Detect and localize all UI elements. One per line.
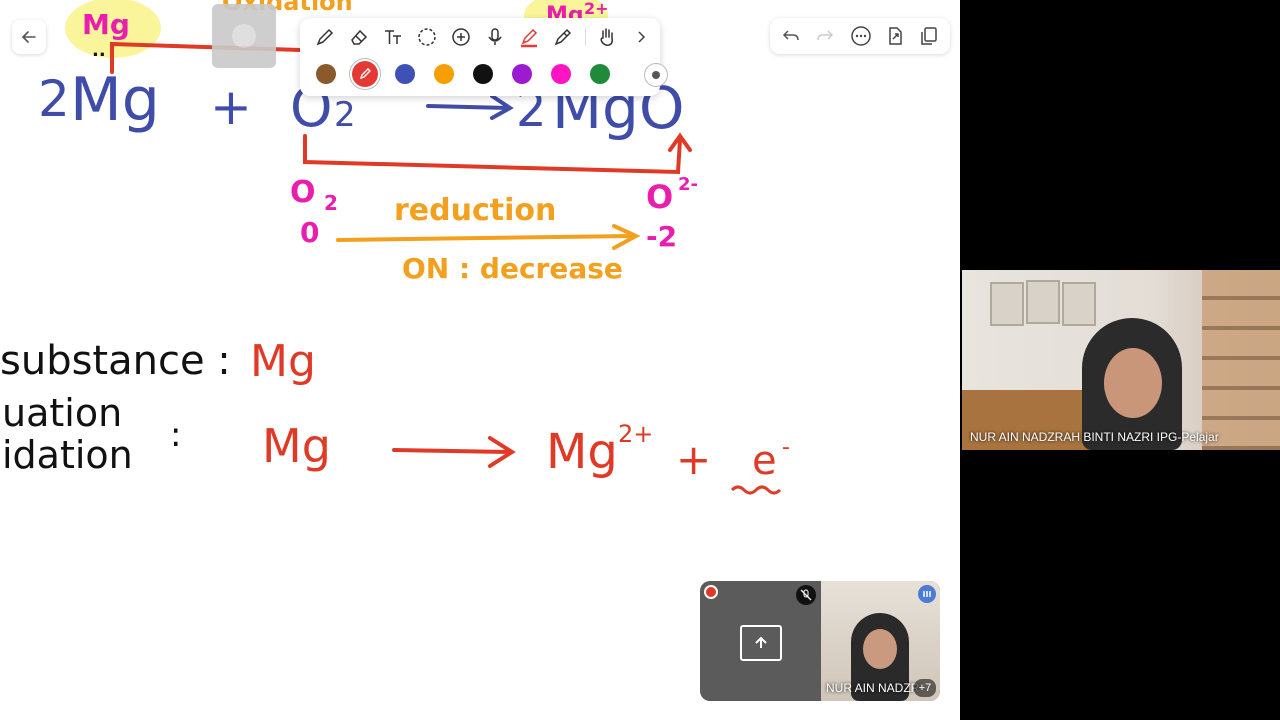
hand-icon [600, 28, 613, 46]
participant-count-badge[interactable]: +7 [914, 679, 936, 697]
color-swatch-blue[interactable] [395, 64, 415, 84]
mic-tool[interactable] [482, 24, 508, 50]
reduction-arrow [336, 224, 641, 250]
wall-frame-2 [1026, 280, 1060, 324]
coef-left: 2 [38, 70, 70, 128]
reactant-o-sub: 2 [334, 95, 356, 135]
muted-mic-icon [796, 585, 816, 605]
color-swatch-purple[interactable] [512, 64, 532, 84]
color-swatch-pink[interactable] [551, 64, 571, 84]
color-swatch-green[interactable] [590, 64, 610, 84]
equation-label-colon: : [170, 415, 181, 455]
share-screen-button[interactable] [740, 625, 782, 661]
hand-tool[interactable] [594, 24, 620, 50]
wall-frame-1 [990, 282, 1024, 326]
eraser-preview [212, 4, 276, 68]
reaction-arrow [426, 94, 514, 120]
toolbar-divider [585, 28, 586, 46]
highlighter-tool[interactable] [516, 24, 542, 50]
whiteboard-canvas[interactable]: Mg .. Oxidation Mg 2+ 2 Mg + O 2 2 MgO O… [0, 0, 960, 720]
pages-button[interactable] [916, 23, 942, 49]
main-participant-name: NUR AIN NADZRAH BINTI NAZRI IPG-Pelajar [970, 430, 1219, 444]
document-toolbar [770, 18, 950, 54]
above-left-dots: .. [92, 40, 106, 61]
redo-icon [817, 30, 834, 41]
more-icon [851, 26, 871, 46]
reduction-species-left: O [290, 175, 316, 210]
color-swatch-orange[interactable] [434, 64, 454, 84]
half-eq-left: Mg [262, 419, 331, 473]
half-eq-right: Mg [546, 424, 618, 480]
self-participant-name: NUR AIN NADZR [826, 681, 920, 695]
reduction-species-left-sub: 2 [324, 191, 338, 215]
add-tool[interactable] [448, 24, 474, 50]
reduction-species-right-sup: 2- [678, 174, 698, 195]
back-button[interactable] [12, 20, 46, 54]
color-swatch-black[interactable] [473, 64, 493, 84]
stroke-size-button[interactable] [644, 63, 668, 87]
participant-video-tile[interactable]: NUR AIN NADZRAH BINTI NAZRI IPG-Pelajar [962, 270, 1280, 450]
pencil-icon [359, 68, 371, 80]
half-eq-electron-sup: - [782, 435, 790, 460]
eraser-tool[interactable] [346, 24, 372, 50]
expand-toolbar-button[interactable] [628, 24, 654, 50]
drawing-toolbar [300, 18, 668, 96]
audio-level-icon [918, 585, 936, 603]
above-right-sup: 2+ [584, 0, 609, 18]
more-button[interactable] [848, 23, 874, 49]
self-view-panel: NUR AIN NADZR +7 [700, 581, 940, 701]
reduction-label: reduction [394, 193, 556, 228]
equation-label-line2: idation [2, 433, 133, 477]
record-indicator [704, 585, 718, 599]
chevron-right-icon [638, 31, 646, 43]
reduction-species-right: O [646, 178, 673, 216]
reduction-on-right: -2 [646, 220, 677, 253]
half-eq-right-sup: 2+ [618, 420, 653, 448]
redo-button[interactable] [812, 23, 838, 49]
pages-icon [921, 27, 937, 45]
share-screen-icon [755, 636, 767, 648]
above-left-mg: Mg [82, 8, 130, 41]
plus-sign-top: + [210, 78, 252, 136]
lasso-tool[interactable] [414, 24, 440, 50]
marker-icon [554, 28, 572, 46]
reduction-on-left: 0 [300, 216, 319, 249]
electron-underline [730, 485, 782, 495]
pen-tool[interactable] [312, 24, 338, 50]
shelf [1202, 270, 1280, 450]
color-swatch-red-selected[interactable] [352, 61, 378, 87]
substance-value: Mg [250, 336, 316, 387]
export-icon [889, 27, 902, 45]
marker-tool[interactable] [550, 24, 576, 50]
text-icon [385, 30, 401, 44]
undo-button[interactable] [778, 23, 804, 49]
lasso-icon [418, 28, 436, 46]
eraser-icon [351, 29, 368, 45]
export-button[interactable] [882, 23, 908, 49]
wall-frame-3 [1062, 282, 1096, 326]
color-swatch-brown[interactable] [316, 64, 336, 84]
text-tool[interactable] [380, 24, 406, 50]
add-icon [452, 28, 470, 46]
participant-face [1104, 348, 1162, 418]
undo-icon [782, 30, 799, 41]
half-eq-plus: + [676, 435, 711, 484]
equation-label-line1: uation [2, 391, 122, 435]
reactant-mg: Mg [70, 65, 160, 135]
reduction-note: ON : decrease [402, 252, 623, 285]
pen-icon [316, 28, 334, 46]
mic-icon [488, 28, 502, 45]
half-eq-arrow [392, 436, 516, 468]
substance-label: substance : [0, 338, 231, 384]
half-eq-electron: e [752, 438, 777, 484]
highlighter-icon [521, 28, 538, 48]
back-arrow-icon [21, 31, 36, 43]
